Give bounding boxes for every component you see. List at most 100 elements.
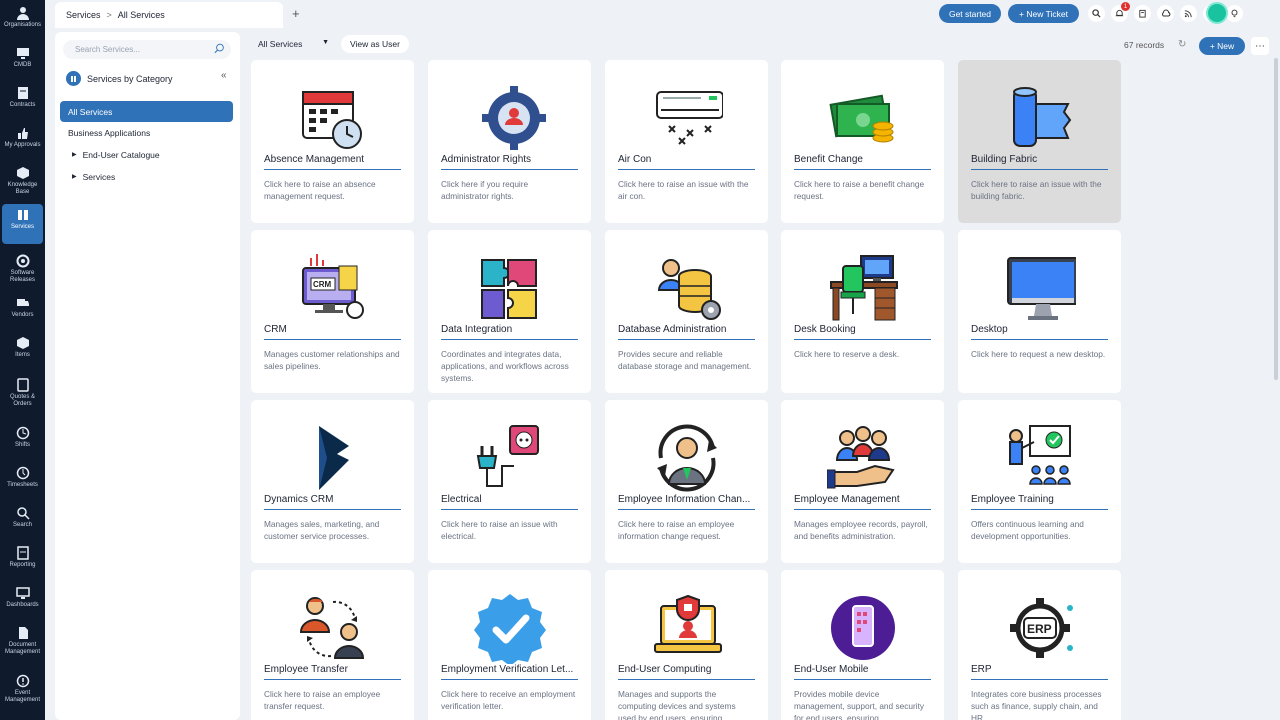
new-ticket-button[interactable]: + New Ticket [1008, 4, 1079, 23]
release-icon [16, 254, 30, 268]
nav-item-shifts[interactable]: Shifts [0, 422, 45, 460]
service-card-data-integration[interactable]: Data Integration Coordinates and integrat… [428, 230, 591, 393]
service-card-database-administration[interactable]: Database Administration Provides secure a… [605, 230, 768, 393]
search-services-placeholder: Search Services... [75, 45, 140, 54]
tree-item-end-user-catalogue[interactable]: ▶ End-User Catalogue [60, 144, 233, 165]
nav-item-label: My Approvals [4, 142, 41, 148]
service-card-employee-information-chan[interactable]: Employee Information Chan... Click here t… [605, 400, 768, 563]
nav-item-reporting[interactable]: Reporting [0, 542, 45, 580]
new-service-button[interactable]: + New [1199, 37, 1245, 55]
refresh-icon[interactable]: ↻ [1178, 39, 1186, 50]
service-card-erp[interactable]: ERP ERP Integrates core business processes… [958, 570, 1121, 720]
nav-item-label: Dashboards [6, 602, 39, 608]
tree-item-business-applications[interactable]: Business Applications [60, 122, 233, 143]
user-avatar[interactable] [1206, 2, 1228, 24]
service-card-description: Click here to reserve a desk. [794, 349, 900, 359]
expand-arrow-icon[interactable]: ▶ [72, 173, 77, 180]
service-card-desk-booking[interactable]: Desk Booking Click here to reserve a desk… [781, 230, 944, 393]
search-services-input[interactable]: Search Services... [63, 40, 231, 59]
nav-item-my-approvals[interactable]: My Approvals [0, 122, 45, 160]
nav-item-label: Organisations [3, 22, 42, 28]
nav-item-vendors[interactable]: Vendors [0, 292, 45, 330]
service-card-title: Employee Transfer [264, 664, 401, 680]
more-options-icon[interactable]: ⋯ [1251, 37, 1269, 55]
service-card-description: Click here to raise an employee transfer… [264, 689, 381, 711]
nav-item-label: Quotes & Orders [9, 394, 35, 407]
tree-item-label: Services [82, 171, 116, 182]
nav-item-organisations[interactable]: Organisations [0, 2, 45, 40]
nav-item-timesheets[interactable]: Timesheets [0, 462, 45, 500]
air-conditioner-icon [605, 84, 768, 152]
service-card-description: Coordinates and integrates data, applica… [441, 349, 569, 383]
nav-item-quotes-orders[interactable]: Quotes & Orders [0, 374, 45, 412]
service-card-end-user-mobile[interactable]: End-User Mobile Provides mobile device ma… [781, 570, 944, 720]
service-card-title: ERP [971, 664, 1108, 680]
service-card-crm[interactable]: CRM CRM Manages customer relationships and… [251, 230, 414, 393]
tree-item-all-services[interactable]: All Services [60, 101, 233, 122]
breadcrumb-separator: > [106, 10, 112, 20]
service-card-absence-management[interactable]: Absence Management Click here to raise an… [251, 60, 414, 223]
service-card-employee-management[interactable]: Employee Management Manages employee reco… [781, 400, 944, 563]
scrollbar[interactable] [1274, 58, 1278, 380]
tree-item-label: All Services [68, 106, 113, 117]
nav-item-label: Shifts [14, 442, 30, 448]
service-card-description: Click here if you require administrator … [441, 179, 529, 201]
nav-item-contracts[interactable]: Contracts [0, 82, 45, 120]
collapse-panel-button[interactable]: « [221, 70, 227, 81]
service-card-building-fabric[interactable]: Building Fabric Click here to raise an is… [958, 60, 1121, 223]
service-card-description: Click here to raise an issue with the ai… [618, 179, 749, 201]
nav-item-dashboards[interactable]: Dashboards [0, 582, 45, 620]
rss-icon[interactable] [1180, 5, 1197, 22]
service-card-title: Absence Management [264, 154, 401, 170]
service-card-air-con[interactable]: Air Con Click here to raise an issue with… [605, 60, 768, 223]
record-count: 67 records [1124, 40, 1165, 50]
service-card-employment-verification-let[interactable]: Employment Verification Let... Click here… [428, 570, 591, 720]
new-tab-button[interactable]: + [292, 6, 300, 21]
nav-item-document-management[interactable]: Document Management [0, 622, 45, 660]
service-card-administrator-rights[interactable]: Administrator Rights Click here if you re… [428, 60, 591, 223]
service-card-benefit-change[interactable]: Benefit Change Click here to raise a bene… [781, 60, 944, 223]
svg-text:ERP: ERP [1027, 622, 1052, 636]
nav-item-services[interactable]: Services [2, 204, 43, 244]
tree-item-services[interactable]: ▶ Services [60, 166, 233, 187]
service-card-title: Benefit Change [794, 154, 931, 170]
service-filter-dropdown[interactable]: All Services ▼ [251, 35, 335, 53]
category-panel: Search Services... Services by Category … [55, 32, 240, 720]
service-card-title: Administrator Rights [441, 154, 578, 170]
service-card-description: Click here to raise an issue with the bu… [971, 179, 1102, 201]
mobile-icon [781, 594, 944, 662]
service-card-employee-transfer[interactable]: Employee Transfer Click here to raise an … [251, 570, 414, 720]
nav-item-label: CMDB [13, 62, 32, 68]
nav-item-cmdb[interactable]: CMDB [0, 42, 45, 80]
expand-arrow-icon[interactable]: ▶ [72, 151, 77, 158]
clipboard-icon[interactable] [1134, 5, 1151, 22]
verified-badge-icon [428, 594, 591, 664]
money-icon [781, 84, 944, 152]
alert-icon [16, 674, 30, 688]
service-card-desktop[interactable]: Desktop Click here to request a new deskt… [958, 230, 1121, 393]
nav-item-search[interactable]: Search [0, 502, 45, 540]
get-started-button[interactable]: Get started [939, 4, 1001, 23]
service-card-end-user-computing[interactable]: End-User Computing Manages and supports t… [605, 570, 768, 720]
breadcrumb-services[interactable]: Services [66, 10, 101, 20]
nav-item-software-releases[interactable]: Software Releases [0, 250, 45, 288]
tab-all-services[interactable]: Services > All Services [55, 2, 283, 28]
nav-item-knowledge-base[interactable]: Knowledge Base [0, 162, 45, 200]
bell-icon[interactable]: 1 [1111, 2, 1130, 22]
view-as-user-button[interactable]: View as User [341, 35, 409, 53]
search-icon[interactable] [1088, 5, 1105, 22]
service-card-employee-training[interactable]: Employee Training Offers continuous learn… [958, 400, 1121, 563]
thumbs-up-icon [16, 126, 30, 140]
nav-item-label: Services [10, 224, 34, 230]
lightbulb-icon[interactable] [1226, 5, 1243, 22]
crm-monitor-icon: CRM [251, 254, 414, 322]
service-card-dynamics-crm[interactable]: Dynamics CRM Manages sales, marketing, an… [251, 400, 414, 563]
nav-item-event-management[interactable]: Event Management [0, 670, 45, 708]
cloud-icon[interactable] [1157, 5, 1174, 22]
category-header: Services by Category [66, 71, 173, 86]
nav-item-items[interactable]: Items [0, 332, 45, 370]
fabric-roll-icon [958, 84, 1121, 152]
service-card-electrical[interactable]: Electrical Click here to raise an issue w… [428, 400, 591, 563]
service-card-description: Integrates core business processes such … [971, 689, 1102, 720]
search-icon[interactable] [214, 43, 225, 56]
